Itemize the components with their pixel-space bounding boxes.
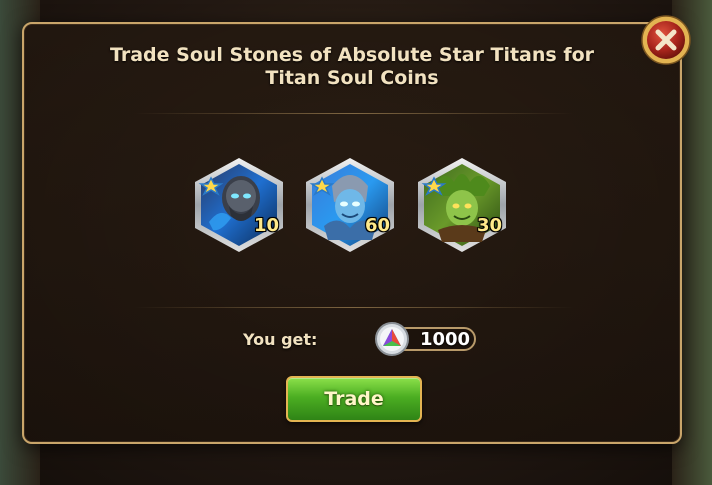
trade-button-label: Trade [324, 388, 384, 410]
close-button[interactable] [640, 14, 692, 66]
you-get-label: You get: [243, 330, 318, 349]
titan-soul-stone-tile-1[interactable]: 10 [191, 156, 287, 254]
reward-currency: 1000 [374, 322, 478, 356]
titan-soul-stone-tile-2[interactable]: 60 [302, 156, 398, 254]
bottom-divider [134, 307, 574, 308]
titan-soul-coin-icon [375, 322, 409, 356]
close-icon [641, 15, 691, 65]
titan-portrait-2-icon [306, 158, 394, 252]
titan-portrait-1-icon [195, 158, 283, 252]
dialog-title-line-2: Titan Soul Coins [265, 67, 439, 89]
dialog-title-line-1: Trade Soul Stones of Absolute Star Titan… [109, 44, 595, 66]
titan-soul-stones-row: 10 60 30 [24, 156, 680, 256]
titan-2-stone-count: 60 [364, 215, 390, 236]
reward-amount: 1000 [419, 329, 471, 350]
titan-soul-stone-tile-3[interactable]: 30 [414, 156, 510, 254]
titan-1-stone-count: 10 [253, 215, 279, 236]
trade-dialog: Trade Soul Stones of Absolute Star Titan… [22, 22, 682, 444]
titan-portrait-3-icon [418, 158, 506, 252]
trade-button[interactable]: Trade [286, 376, 422, 422]
dialog-title: Trade Soul Stones of Absolute Star Titan… [24, 44, 680, 90]
top-divider [134, 113, 574, 114]
titan-3-stone-count: 30 [476, 215, 502, 236]
